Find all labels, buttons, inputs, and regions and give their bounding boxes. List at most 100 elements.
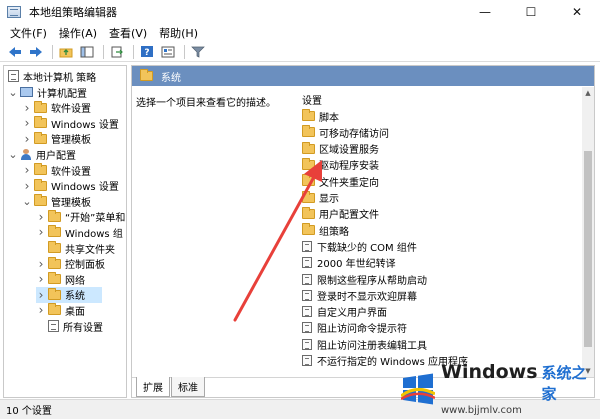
window-title: 本地组策略编辑器 [29,6,117,19]
policy-setting-icon [302,322,312,334]
tree-item[interactable]: › 控制面板 [36,256,105,272]
tree-item[interactable]: › 软件设置 [22,162,91,178]
list-item[interactable]: 阻止访问命令提示符 [302,320,407,336]
close-button[interactable]: ✕ [554,0,600,24]
folder-icon [302,206,315,219]
list-item[interactable]: 脚本 [302,108,339,124]
chevron-right-icon[interactable]: › [36,225,46,239]
chevron-right-icon[interactable]: › [36,272,46,286]
tree-item[interactable]: › Windows 组 [36,224,123,240]
list-item[interactable]: 登录时不显示欢迎屏幕 [302,287,417,303]
tab-extended[interactable]: 扩展 [136,377,170,397]
svg-text:?: ? [144,48,149,58]
chevron-right-icon[interactable]: › [36,288,46,302]
minimize-button[interactable]: — [462,0,508,24]
list-item[interactable]: 阻止访问注册表编辑工具 [302,336,427,352]
show-tree-icon [80,46,94,57]
folder-icon [302,109,315,121]
filter-button[interactable] [189,44,207,60]
list-item-label: 限制这些程序从帮助启动 [317,275,427,287]
chevron-down-icon[interactable]: ⌄ [8,86,18,99]
tree-item[interactable]: ⌄ 用户配置 [8,146,76,162]
properties-button[interactable] [159,44,177,60]
tree-item[interactable]: ⌄ 管理模板 [22,193,91,209]
policy-setting-icon [302,273,312,285]
policy-tree[interactable]: 本地计算机 策略 ⌄ 计算机配置 › 软件设置 › Windows 设置 › 管理模板 ⌄ 用户配… [3,65,127,398]
tree-item[interactable]: › 系统 [36,286,102,303]
scroll-thumb[interactable] [584,151,592,347]
chevron-right-icon[interactable]: › [36,303,46,317]
list-item[interactable]: 文件夹重定向 [302,173,379,189]
list-item[interactable]: 组策略 [302,222,349,238]
list-item[interactable]: 区域设置服务 [302,141,379,157]
back-button[interactable] [6,44,24,60]
chevron-right-icon[interactable]: › [22,116,32,130]
chevron-right-icon[interactable]: › [22,163,32,177]
list-item-label: 驱动程序安装 [319,161,379,173]
tab-standard[interactable]: 标准 [171,377,205,397]
menu-view[interactable]: 查看(V) [103,25,153,41]
list-item[interactable]: 用户配置文件 [302,206,379,222]
properties-icon [161,46,175,57]
list-item[interactable]: 限制这些程序从帮助启动 [302,271,427,287]
tree-item[interactable]: › 管理模板 [22,131,91,147]
list-item-label: 文件夹重定向 [319,177,379,189]
scroll-up-icon[interactable]: ▲ [582,87,594,99]
folder-icon [34,194,47,207]
list-item[interactable]: 自定义用户界面 [302,304,387,320]
tree-item[interactable]: › Windows 设置 [22,115,119,131]
tree-item[interactable]: › “开始”菜单和 [36,209,125,225]
chevron-right-icon[interactable]: › [36,257,46,271]
list-item[interactable]: 驱动程序安装 [302,157,379,173]
up-folder-button[interactable] [57,44,75,60]
list-item-label: 脚本 [319,112,339,124]
chevron-right-icon[interactable]: › [36,210,46,224]
menu-file[interactable]: 文件(F) [4,25,53,41]
column-header-setting[interactable]: 设置 [302,90,582,108]
tree-item[interactable]: › 软件设置 [22,100,91,116]
list-item-label: 显示 [319,194,339,205]
chevron-down-icon[interactable]: ⌄ [8,148,18,161]
list-item[interactable]: 可移动存储访问 [302,124,389,140]
toolbar-separator [133,44,134,59]
folder-icon [302,141,315,154]
list-item-label: 下载缺少的 COM 组件 [317,242,417,254]
status-text: 10 个设置 [6,406,52,417]
folder-icon [302,174,315,187]
folder-icon [302,125,315,138]
tree-item[interactable]: › Windows 设置 [22,178,119,194]
list-item[interactable]: 2000 年世纪转译 [302,255,396,271]
tree-item[interactable]: › 桌面 [36,302,85,318]
forward-button[interactable] [27,44,45,60]
show-tree-button[interactable] [78,44,96,60]
policy-setting-icon [302,289,312,301]
tree-root-label: 本地计算机 策略 [23,72,97,84]
menu-action[interactable]: 操作(A) [53,25,103,41]
list-item[interactable]: 下载缺少的 COM 组件 [302,238,417,254]
chevron-right-icon[interactable]: › [22,101,32,115]
export-button[interactable] [108,44,126,60]
list-item[interactable]: 显示 [302,190,339,206]
tree-item[interactable]: 共享文件夹 [36,240,115,256]
watermark-sub: 系统之家 [541,364,587,403]
help-button[interactable]: ? [138,44,156,60]
description-text: 选择一个项目来查看它的描述。 [136,98,276,109]
list-item-label: 用户配置文件 [319,210,379,222]
menu-help[interactable]: 帮助(H) [153,25,204,41]
tree-item[interactable]: ⌄ 计算机配置 [8,84,87,100]
chevron-down-icon[interactable]: ⌄ [22,195,32,208]
tree-item[interactable]: › 网络 [36,271,85,287]
chevron-right-icon[interactable]: › [22,179,32,193]
column-header-label: 设置 [302,95,322,107]
tree-item-label: 软件设置 [51,166,91,178]
folder-icon [34,163,47,175]
chevron-right-icon[interactable]: › [22,132,32,146]
maximize-button[interactable]: ☐ [508,0,554,24]
tree-item[interactable]: 所有设置 [36,318,103,334]
menu-bar: 文件(F) 操作(A) 查看(V) 帮助(H) [0,24,600,42]
up-folder-icon [59,48,73,57]
vertical-scrollbar[interactable]: ▲ ▼ [582,87,594,377]
policy-setting-icon [302,338,312,350]
tree-root[interactable]: 本地计算机 策略 [8,68,96,84]
toolbar-separator [184,44,185,59]
